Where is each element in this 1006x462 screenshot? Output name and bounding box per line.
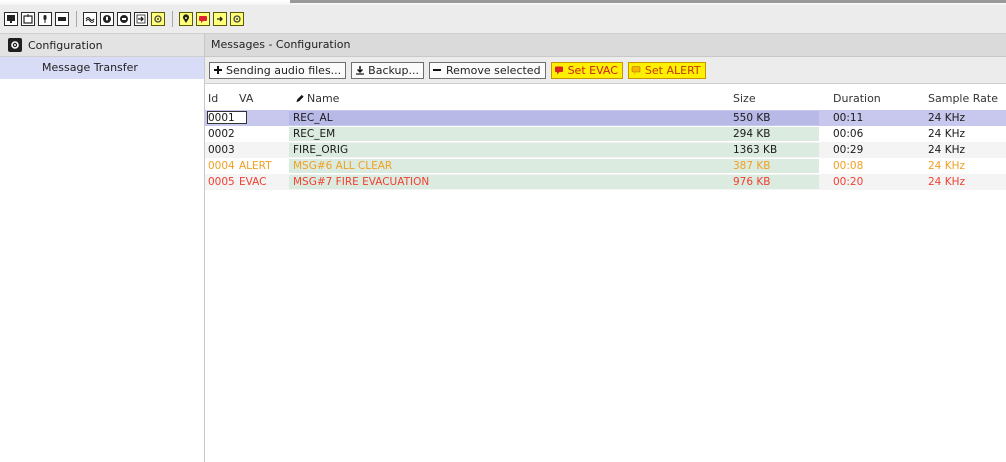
row-size: 976 KB [733, 176, 771, 188]
sidebar-header[interactable]: Configuration [0, 34, 204, 57]
column-name-label: Name [307, 92, 340, 105]
table-header: Id VA Name Size Duration Sample Rate [205, 84, 1006, 110]
row-id: 0001 [208, 112, 235, 124]
remove-selected-label: Remove selected [445, 63, 541, 77]
sidebar-header-label: Configuration [28, 38, 103, 52]
gear-icon [8, 38, 22, 52]
toolbar-group-1 [0, 12, 72, 26]
table-row[interactable]: 0001 REC_AL 550 KB 00:11 24 KHz [205, 110, 1006, 126]
alert-message-icon [631, 65, 642, 76]
set-alert-button[interactable]: Set ALERT [627, 61, 706, 79]
table-row[interactable]: 0003 FIRE_ORIG 1363 KB 00:29 24 KHz [205, 142, 1006, 158]
set-evac-button[interactable]: Set EVAC [550, 61, 623, 79]
sidebar: Configuration Message Transfer [0, 34, 205, 462]
row-sample-rate: 24 KHz [928, 128, 965, 140]
edit-icon [295, 93, 305, 103]
table-body: 0001 REC_AL 550 KB 00:11 24 KHz 0002 REC… [205, 110, 1006, 190]
transfer-icon[interactable] [134, 12, 148, 26]
name-cell-background [289, 111, 729, 125]
row-duration: 00:08 [833, 160, 864, 172]
column-va[interactable]: VA [239, 92, 253, 105]
main-toolbar [0, 5, 1006, 34]
row-size: 550 KB [733, 112, 771, 124]
table-row[interactable]: 0004 ALERT MSG#6 ALL CLEAR 387 KB 00:08 … [205, 158, 1006, 174]
plus-icon [212, 65, 223, 76]
toolbar-group-3 [179, 12, 247, 26]
evac-message-icon [554, 65, 565, 76]
row-duration: 00:29 [833, 144, 864, 156]
row-sample-rate: 24 KHz [928, 176, 965, 188]
action-bar: Sending audio files... Backup... Remove … [205, 57, 1006, 84]
microphone-icon[interactable] [100, 12, 114, 26]
row-duration: 00:20 [833, 176, 864, 188]
stop-icon[interactable] [55, 12, 69, 26]
top-accent-line [290, 0, 1006, 3]
name-cell-background [289, 143, 729, 157]
row-name: MSG#6 ALL CLEAR [293, 160, 393, 172]
sidebar-item-label: Message Transfer [42, 61, 138, 74]
settings-icon[interactable] [230, 12, 244, 26]
row-size: 387 KB [733, 160, 771, 172]
minus-icon [432, 65, 443, 76]
row-name: REC_AL [293, 112, 333, 124]
message-icon[interactable] [117, 12, 131, 26]
row-size: 1363 KB [733, 144, 778, 156]
set-alert-label: Set ALERT [644, 63, 701, 77]
toolbar-separator [76, 11, 77, 27]
row-duration: 00:06 [833, 128, 864, 140]
download-icon [354, 65, 365, 76]
toolbar-separator [172, 11, 173, 27]
column-id[interactable]: Id [208, 92, 218, 105]
row-duration: 00:11 [833, 112, 864, 124]
sidebar-item-message-transfer[interactable]: Message Transfer [0, 57, 204, 79]
transfer-icon[interactable] [213, 12, 227, 26]
name-cell-background [289, 127, 729, 141]
row-name: MSG#7 FIRE EVACUATION [293, 176, 430, 188]
row-sample-rate: 24 KHz [928, 160, 965, 172]
backup-button[interactable]: Backup... [351, 61, 424, 79]
location-icon[interactable] [179, 12, 193, 26]
row-id: 0003 [208, 144, 235, 156]
row-sample-rate: 24 KHz [928, 112, 965, 124]
send-audio-button[interactable]: Sending audio files... [209, 61, 347, 79]
row-size: 294 KB [733, 128, 771, 140]
row-name: FIRE_ORIG [293, 144, 349, 156]
column-size[interactable]: Size [733, 92, 756, 105]
backup-label: Backup... [368, 63, 419, 77]
message-icon[interactable] [196, 12, 210, 26]
send-audio-label: Sending audio files... [226, 63, 342, 77]
column-sample-rate[interactable]: Sample Rate [928, 92, 998, 105]
window-icon[interactable] [21, 12, 35, 26]
remove-selected-button[interactable]: Remove selected [428, 61, 546, 79]
set-evac-label: Set EVAC [567, 63, 618, 77]
row-id: 0004 [208, 160, 235, 172]
column-duration[interactable]: Duration [833, 92, 881, 105]
row-va: EVAC [239, 176, 267, 188]
row-name: REC_EM [293, 128, 336, 140]
main-panel: Messages - Configuration Sending audio f… [205, 34, 1006, 462]
column-name[interactable]: Name [295, 92, 339, 105]
display-icon[interactable] [4, 12, 18, 26]
row-sample-rate: 24 KHz [928, 144, 965, 156]
page-title: Messages - Configuration [205, 34, 1006, 57]
table-row[interactable]: 0005 EVAC MSG#7 FIRE EVACUATION 976 KB 0… [205, 174, 1006, 190]
toolbar-group-2 [83, 12, 168, 26]
row-va: ALERT [239, 160, 272, 172]
table-row[interactable]: 0002 REC_EM 294 KB 00:06 24 KHz [205, 126, 1006, 142]
waveform-icon[interactable] [83, 12, 97, 26]
microphone-icon[interactable] [38, 12, 52, 26]
row-id: 0005 [208, 176, 235, 188]
settings-icon[interactable] [151, 12, 165, 26]
row-id: 0002 [208, 128, 235, 140]
